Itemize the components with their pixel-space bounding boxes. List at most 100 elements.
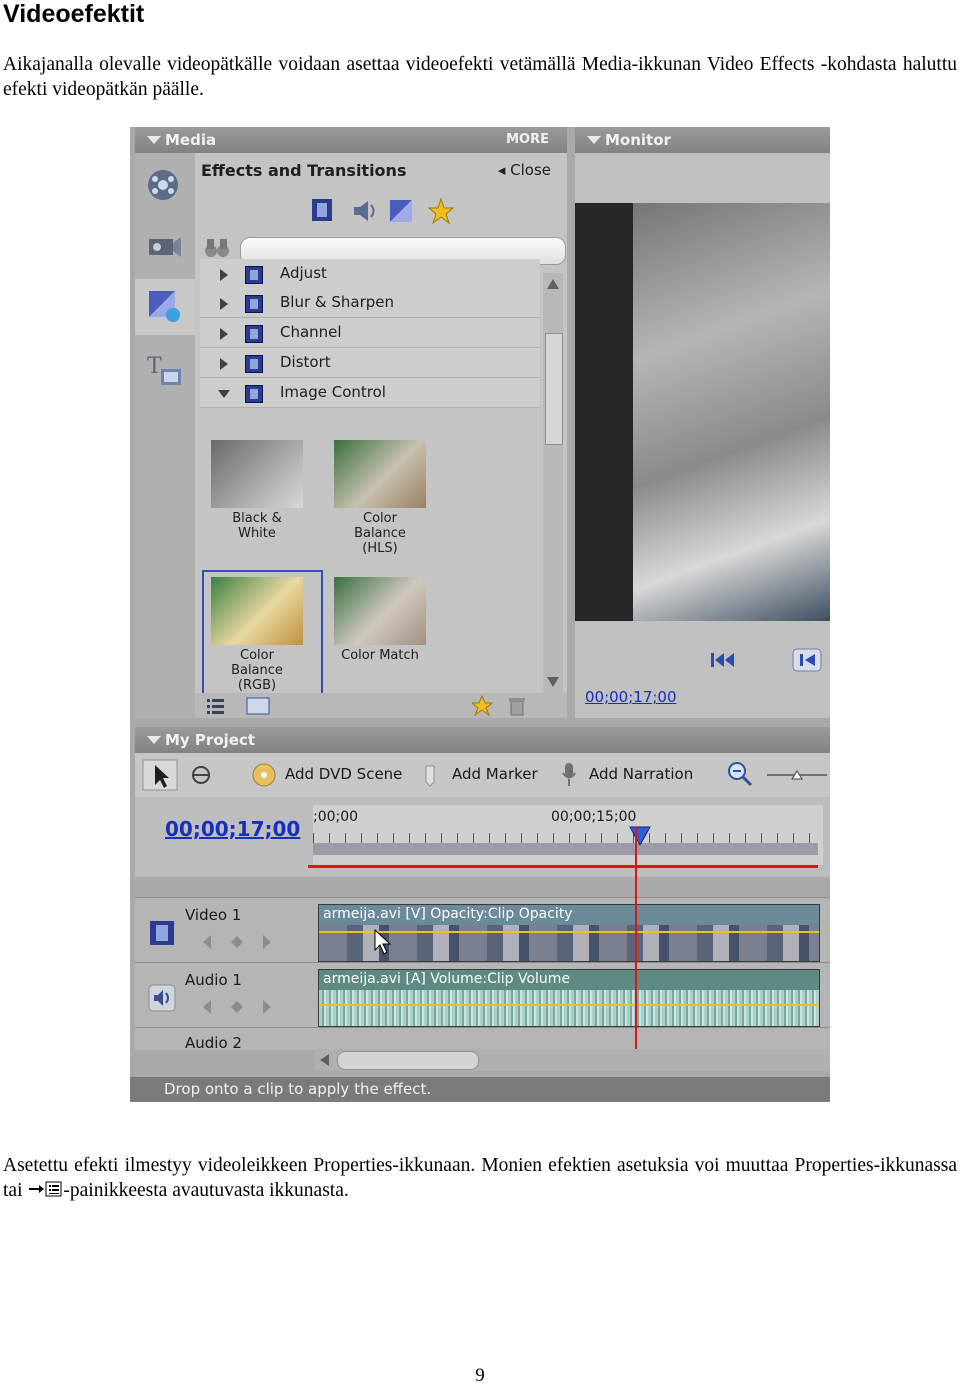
keyframe-nav-icon[interactable]	[197, 997, 277, 1017]
marker-icon	[425, 765, 435, 787]
svg-text:T: T	[147, 354, 162, 379]
collapse-icon[interactable]	[147, 736, 161, 744]
opacity-line[interactable]	[319, 931, 819, 933]
microphone-icon	[562, 763, 576, 786]
current-timecode[interactable]: 00;00;17;00	[165, 817, 300, 841]
add-marker-button[interactable]: Add Marker	[452, 765, 538, 783]
monitor-timecode[interactable]: 00;00;17;00	[585, 688, 677, 706]
effects-category-list: Adjust Blur & Sharpen Channel Distort Im…	[200, 259, 540, 433]
binoculars-icon	[205, 239, 229, 257]
zoom-slider[interactable]	[767, 770, 827, 780]
effect-label-black-white: Black & White	[232, 511, 282, 541]
title-text-icon[interactable]: T	[145, 349, 185, 389]
volume-line[interactable]	[319, 1004, 819, 1006]
video-track: Video 1 armeija.avi [V] Opacity:Clip Opa…	[135, 897, 830, 962]
video-clip[interactable]: armeija.avi [V] Opacity:Clip Opacity	[318, 904, 820, 962]
list-view-icon[interactable]	[207, 699, 224, 714]
status-bar: Drop onto a clip to apply the effect.	[130, 1077, 830, 1102]
effect-thumbnail-color-match[interactable]	[334, 577, 426, 645]
thumbnail-view-icon[interactable]	[246, 697, 270, 715]
add-dvd-scene-button[interactable]: Add DVD Scene	[285, 765, 402, 783]
audio-effects-icon[interactable]	[354, 201, 375, 221]
premiere-screenshot: Media MORE Monitor T Effects and Transit…	[130, 127, 830, 1102]
scroll-left-icon[interactable]	[317, 1052, 333, 1068]
ruler-mid-label: 00;00;15;00	[551, 809, 637, 825]
scroll-thumb[interactable]	[545, 333, 563, 445]
close-button[interactable]: ◂ Close	[498, 161, 551, 179]
collapse-icon	[218, 390, 230, 398]
ruler-ticks	[313, 833, 818, 843]
category-blur-sharpen[interactable]: Blur & Sharpen	[200, 288, 540, 318]
speaker-icon	[148, 984, 176, 1012]
video-clip-label: armeija.avi [V] Opacity:Clip Opacity	[323, 906, 573, 922]
video-effect-icon	[245, 355, 263, 373]
zoom-out-icon[interactable]	[728, 762, 753, 787]
trash-icon[interactable]	[509, 698, 525, 716]
scroll-up-icon[interactable]	[547, 279, 559, 289]
effect-thumbnail-color-balance-rgb[interactable]	[211, 577, 303, 645]
time-stretch-tool-icon[interactable]	[192, 766, 210, 784]
outro-text-2: -painikkeesta avautuvasta ikkunasta.	[63, 1180, 349, 1201]
category-distort[interactable]: Distort	[200, 348, 540, 378]
favorite-star-icon[interactable]	[472, 695, 494, 717]
effect-label-color-balance-rgb: Color Balance (RGB)	[231, 648, 283, 693]
media-title: Media	[165, 131, 217, 149]
properties-dialog-icon	[29, 1181, 62, 1197]
video-effect-icon	[245, 266, 263, 284]
expand-icon	[220, 269, 228, 281]
collapse-icon[interactable]	[587, 136, 601, 144]
more-button[interactable]: MORE	[506, 127, 549, 153]
project-title: My Project	[165, 731, 255, 749]
category-image-control[interactable]: Image Control	[200, 378, 540, 408]
video-preview-border	[575, 203, 633, 621]
transitions-icon[interactable]	[390, 200, 412, 222]
film-reel-icon[interactable]	[145, 165, 185, 205]
effects-tab[interactable]	[135, 279, 195, 335]
video-effects-icon[interactable]	[312, 199, 332, 221]
intro-paragraph: Aikajanalla olevalle videopätkälle voida…	[3, 54, 957, 100]
scroll-thumb[interactable]	[337, 1051, 479, 1070]
scroll-down-icon[interactable]	[547, 677, 559, 687]
effect-thumbnail-color-balance-hls[interactable]	[334, 440, 426, 508]
step-back-icon[interactable]	[792, 648, 822, 672]
audio-track: Audio 1 armeija.avi [A] Volume:Clip Volu…	[135, 962, 830, 1027]
audio-track-name: Audio 1	[185, 971, 242, 989]
camcorder-icon[interactable]	[145, 227, 185, 267]
category-adjust[interactable]: Adjust	[200, 259, 540, 289]
video-effect-icon	[245, 295, 263, 313]
keyframe-nav-icon[interactable]	[197, 932, 277, 952]
favorites-star-icon[interactable]	[427, 197, 455, 225]
audio-waveform	[319, 990, 819, 1026]
status-text: Drop onto a clip to apply the effect.	[164, 1080, 432, 1098]
effect-label-color-match: Color Match	[341, 648, 419, 663]
selection-tool-icon[interactable]	[142, 759, 178, 791]
effect-thumbnail-black-white[interactable]	[211, 440, 303, 508]
monitor-panel-header: Monitor	[575, 127, 830, 153]
work-area-bar[interactable]	[313, 843, 818, 855]
playhead-line	[635, 827, 637, 1049]
effects-bottom-bar	[195, 693, 567, 718]
back-arrow-icon: ◂	[497, 161, 511, 179]
timeline-ruler[interactable]: ;00;00 00;00;15;00	[313, 805, 823, 865]
timeline-scrollbar[interactable]	[315, 1049, 830, 1071]
skip-back-icon[interactable]	[711, 653, 734, 667]
audio-clip-label: armeija.avi [A] Volume:Clip Volume	[323, 971, 571, 987]
audio-clip[interactable]: armeija.avi [A] Volume:Clip Volume	[318, 969, 820, 1027]
media-panel-header: Media MORE	[135, 127, 567, 153]
playhead-icon[interactable]	[628, 825, 652, 847]
page-number: 9	[475, 1365, 485, 1386]
effects-icon	[149, 291, 180, 322]
video-effect-icon	[245, 385, 263, 403]
dvd-disc-icon	[252, 763, 276, 787]
category-channel[interactable]: Channel	[200, 318, 540, 348]
monitor-panel: 00;00;17;00	[575, 153, 830, 718]
monitor-title: Monitor	[605, 131, 671, 149]
effects-title: Effects and Transitions	[201, 161, 407, 180]
effect-type-toolbar	[310, 197, 470, 225]
add-narration-button[interactable]: Add Narration	[589, 765, 693, 783]
effect-label-color-balance-hls: Color Balance (HLS)	[354, 511, 406, 556]
mouse-cursor-icon	[374, 928, 392, 955]
effects-scrollbar[interactable]	[543, 273, 563, 693]
collapse-icon[interactable]	[147, 136, 161, 144]
page-heading: Videoefektit	[3, 0, 145, 28]
